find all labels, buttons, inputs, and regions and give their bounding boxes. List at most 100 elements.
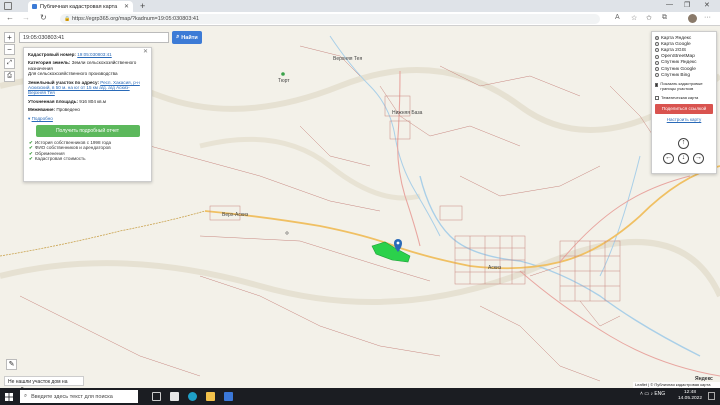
details-row: ▾ Подробно bbox=[28, 116, 147, 121]
report-item: ✔ Кадастровая стоимость bbox=[28, 156, 147, 161]
new-tab-button[interactable]: + bbox=[140, 1, 145, 11]
layer-label: Карта 2GIS bbox=[661, 47, 687, 53]
report-item-text: Обременения bbox=[34, 150, 65, 156]
layer-list: Карта Яндекс Карта Google Карта 2GIS Ope… bbox=[655, 35, 713, 78]
notifications-icon[interactable] bbox=[708, 392, 715, 400]
pan-left-icon[interactable]: ← bbox=[663, 153, 674, 164]
show-borders-option[interactable]: Показать кадастровые границы участков bbox=[655, 81, 713, 91]
report-item-text: ФИО собственников и арендаторов bbox=[34, 145, 111, 151]
land-category-row: Категория земель: Земли сельскохозяйстве… bbox=[28, 60, 147, 76]
place-label: Тюрт bbox=[278, 78, 290, 84]
read-aloud-icon[interactable]: A bbox=[615, 14, 620, 21]
pan-right-icon[interactable]: → bbox=[693, 153, 704, 164]
task-view-icon[interactable] bbox=[152, 392, 161, 401]
layer-label: Карта Яндекс bbox=[661, 35, 692, 41]
tab-actions-icon[interactable] bbox=[4, 2, 12, 10]
check-icon: ✔ bbox=[29, 150, 33, 156]
zoom-out-button[interactable]: − bbox=[4, 44, 15, 55]
lock-icon: 🔒 bbox=[64, 16, 71, 22]
favorites-icon[interactable]: ✩ bbox=[646, 14, 652, 22]
configure-map-link[interactable]: Настроить карту bbox=[655, 117, 713, 122]
check-icon: ✔ bbox=[29, 156, 33, 162]
pan-up-icon[interactable]: ↑ bbox=[678, 138, 689, 149]
file-explorer-icon[interactable] bbox=[206, 392, 215, 401]
share-link-button[interactable]: Поделиться ссылкой bbox=[655, 103, 713, 114]
land-use-value: Для сельскохозяйственного производства bbox=[28, 71, 118, 77]
radio-button[interactable] bbox=[655, 60, 659, 65]
profile-avatar[interactable] bbox=[688, 14, 697, 23]
tray-up-icon[interactable]: ˄ bbox=[640, 391, 643, 397]
details-link[interactable]: Подробно bbox=[32, 116, 53, 121]
language-indicator[interactable]: ENG bbox=[654, 391, 665, 397]
windows-start-icon[interactable] bbox=[5, 393, 13, 401]
place-label: Аскиз bbox=[488, 265, 502, 271]
layer-label: Карта Google bbox=[661, 41, 691, 47]
search-icon: ⌕ bbox=[176, 34, 180, 40]
boundary-label: Межевание: bbox=[28, 107, 56, 113]
search-icon: ⌕ bbox=[24, 393, 28, 399]
place-label: Верх-Аскиз bbox=[222, 212, 249, 218]
volume-icon[interactable]: ♪ bbox=[650, 391, 653, 397]
taskbar-search-placeholder: Введите здесь текст для поиска bbox=[31, 393, 113, 400]
radio-button[interactable] bbox=[655, 73, 659, 78]
radio-button[interactable] bbox=[655, 42, 659, 47]
layer-label: Спутник Bing bbox=[661, 72, 691, 78]
edge-browser-icon[interactable] bbox=[188, 392, 197, 401]
report-item-text: История собственников с 1998 года bbox=[34, 140, 112, 146]
taskbar-search-input[interactable]: ⌕ Введите здесь текст для поиска bbox=[20, 390, 138, 403]
radio-button[interactable] bbox=[655, 48, 659, 53]
browser-tab[interactable]: Публичная кадастровая карта ✕ bbox=[28, 1, 133, 12]
radio-button[interactable] bbox=[655, 54, 659, 59]
app-icon[interactable] bbox=[170, 392, 179, 401]
thematic-map-label: Тематическая карта bbox=[661, 95, 699, 101]
url-field[interactable]: 🔒 https://egrp365.org/map/?kadnum=19:05:… bbox=[60, 14, 600, 24]
not-found-link[interactable]: Не нашли участок дом на карте? bbox=[4, 376, 84, 393]
fullscreen-icon[interactable]: ⤢ bbox=[4, 58, 15, 69]
network-icon[interactable]: ▭ bbox=[644, 391, 649, 397]
minimize-icon[interactable]: — bbox=[666, 1, 673, 8]
maximize-icon[interactable]: ❐ bbox=[684, 1, 690, 9]
radio-button[interactable] bbox=[655, 67, 659, 72]
collections-icon[interactable]: ⧉ bbox=[662, 14, 667, 22]
area-value: 916 804 кв.м bbox=[79, 98, 107, 104]
place-label: Верхняя Тея bbox=[333, 56, 363, 62]
report-item-text: Кадастровая стоимость bbox=[34, 156, 86, 162]
close-icon[interactable]: ✕ bbox=[143, 49, 148, 55]
land-category-label: Категория земель: bbox=[28, 60, 71, 66]
print-icon[interactable]: ⎙ bbox=[4, 71, 15, 82]
search-button-label: Найти bbox=[181, 34, 198, 41]
more-menu-icon[interactable]: ··· bbox=[704, 14, 711, 21]
thematic-map-checkbox[interactable] bbox=[655, 95, 659, 100]
close-window-icon[interactable]: ✕ bbox=[704, 1, 710, 9]
area-row: Уточненная площадь: 916 804 кв.м bbox=[28, 99, 147, 104]
radio-button[interactable] bbox=[655, 36, 659, 41]
boundary-value: Проведено bbox=[56, 107, 80, 113]
get-report-button[interactable]: Получить подробный отчет bbox=[35, 125, 140, 138]
zoom-in-button[interactable]: + bbox=[4, 32, 15, 43]
check-icon: ✔ bbox=[29, 140, 33, 146]
address-label: Земельный участок по адресу: bbox=[28, 79, 99, 85]
pan-down-icon[interactable]: ↓ bbox=[678, 153, 689, 164]
cadastral-number-link[interactable]: 19:05:030803:41 bbox=[77, 52, 112, 57]
close-tab-icon[interactable]: ✕ bbox=[124, 3, 129, 10]
layer-label: Спутник Google bbox=[661, 66, 696, 72]
show-borders-label: Показать кадастровые границы участков bbox=[660, 81, 703, 91]
favorite-star-icon[interactable]: ☆ bbox=[631, 14, 637, 22]
forward-icon[interactable]: → bbox=[22, 13, 30, 22]
system-tray: ˄ ▭ ♪ ENG bbox=[640, 391, 665, 397]
mail-icon[interactable] bbox=[224, 392, 233, 401]
show-borders-checkbox[interactable] bbox=[655, 83, 659, 88]
reload-icon[interactable]: ↻ bbox=[40, 13, 47, 22]
site-favicon-icon bbox=[32, 4, 37, 9]
layer-label: OpenStreetMap bbox=[661, 54, 695, 60]
cadastral-search-input[interactable]: 19:05:030803:41 bbox=[19, 32, 169, 43]
clock[interactable]: 12:48 14.05.2022 bbox=[678, 390, 702, 402]
cadastral-number-row: Кадастровый номер: 19:05:030803:41 bbox=[28, 52, 147, 57]
thematic-map-option[interactable]: Тематическая карта bbox=[655, 95, 713, 101]
parcel-info-panel: ✕ Кадастровый номер: 19:05:030803:41 Кат… bbox=[23, 47, 152, 182]
tab-title: Публичная кадастровая карта bbox=[40, 3, 118, 10]
back-icon[interactable]: ← bbox=[6, 13, 14, 22]
check-icon: ✔ bbox=[29, 145, 33, 151]
edit-pencil-icon[interactable]: ✎ bbox=[6, 359, 17, 370]
search-button[interactable]: ⌕ Найти bbox=[172, 31, 202, 44]
